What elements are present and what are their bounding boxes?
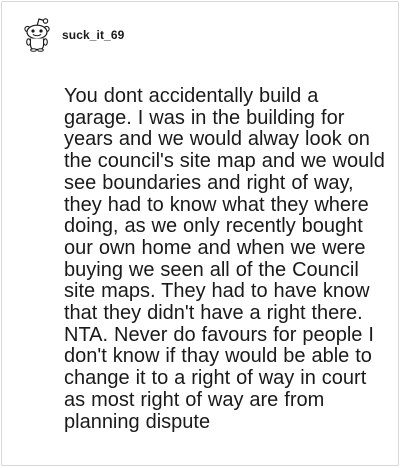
comment-body-text: You dont accidentally build a garage. I … <box>64 85 385 433</box>
comment-header: suck_it_69 <box>20 16 124 56</box>
comment-card: suck_it_69 You dont accidentally build a… <box>1 1 399 466</box>
comment-username[interactable]: suck_it_69 <box>62 28 124 42</box>
reddit-snoo-avatar-icon[interactable] <box>20 16 54 52</box>
